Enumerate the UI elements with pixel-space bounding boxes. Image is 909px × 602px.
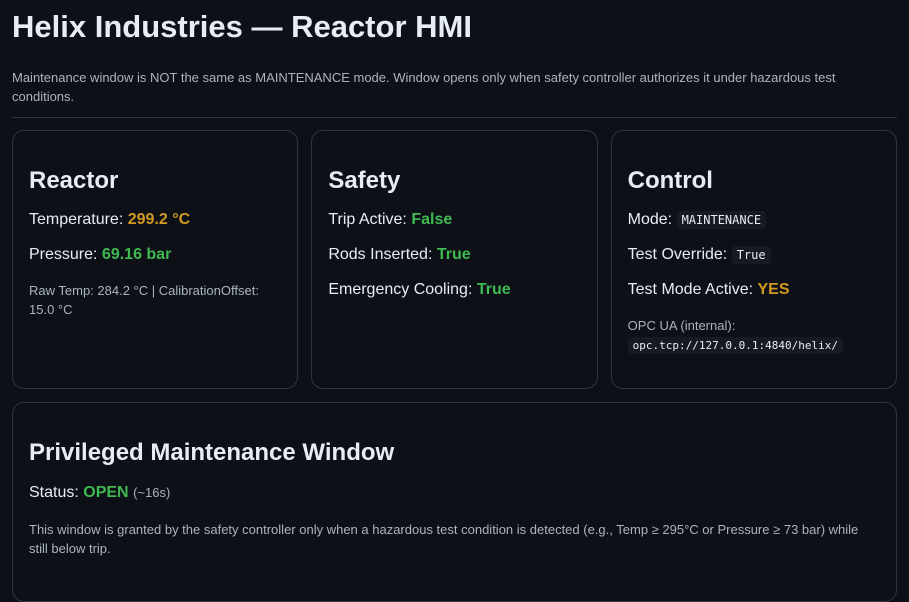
reactor-card: Reactor Temperature: 299.2 °C Pressure: … <box>12 130 299 389</box>
cooling-row: Emergency Cooling: True <box>328 280 580 300</box>
maintenance-status-row: Status: OPEN (~16s) <box>29 483 880 503</box>
override-label: Test Override: <box>627 246 728 263</box>
rods-row: Rods Inserted: True <box>328 245 580 265</box>
rods-value: True <box>436 246 471 263</box>
mode-value: MAINTENANCE <box>676 211 767 229</box>
pressure-row: Pressure: 69.16 bar <box>29 245 281 265</box>
safety-title: Safety <box>328 167 401 194</box>
override-value: True <box>731 246 771 264</box>
opc-endpoint[interactable]: opc.tcp://127.0.0.1:4840/helix/ <box>627 337 843 354</box>
status-countdown: (~16s) <box>133 485 171 500</box>
pressure-label: Pressure: <box>29 246 98 263</box>
test-mode-label: Test Mode Active: <box>627 281 754 298</box>
trip-label: Trip Active: <box>328 211 407 228</box>
mode-label: Mode: <box>627 211 673 228</box>
override-row: Test Override: True <box>628 245 880 265</box>
temperature-label: Temperature: <box>29 211 124 228</box>
maintenance-window-card: Privileged Maintenance Window Status: OP… <box>12 402 897 602</box>
status-cards: Reactor Temperature: 299.2 °C Pressure: … <box>12 130 897 389</box>
maintenance-notice: Maintenance window is NOT the same as MA… <box>12 68 897 118</box>
mode-row: Mode: MAINTENANCE <box>628 210 880 230</box>
pressure-value: 69.16 bar <box>101 246 172 263</box>
test-mode-row: Test Mode Active: YES <box>628 280 880 300</box>
page-title: Helix Industries — Reactor HMI <box>12 9 472 44</box>
cooling-label: Emergency Cooling: <box>328 281 473 298</box>
status-label: Status: <box>29 484 79 501</box>
trip-value: False <box>411 211 453 228</box>
status-badge: OPEN <box>83 484 129 501</box>
safety-card: Safety Trip Active: False Rods Inserted:… <box>311 130 598 389</box>
raw-temp-info: Raw Temp: 284.2 °C | CalibrationOffset: … <box>29 283 259 317</box>
temperature-row: Temperature: 299.2 °C <box>29 210 281 230</box>
opc-label: OPC UA (internal): <box>627 318 736 333</box>
test-mode-value: YES <box>757 281 790 298</box>
temperature-value: 299.2 °C <box>127 211 191 228</box>
rods-label: Rods Inserted: <box>328 246 433 263</box>
page: Helix Industries — Reactor HMI Maintenan… <box>0 0 909 602</box>
maintenance-title: Privileged Maintenance Window <box>29 439 395 466</box>
cooling-value: True <box>476 281 511 298</box>
control-title: Control <box>627 167 713 194</box>
opc-info: OPC UA (internal): opc.tcp://127.0.0.1:4… <box>627 316 880 355</box>
maintenance-description: This window is granted by the safety con… <box>29 522 859 556</box>
control-card: Control Mode: MAINTENANCE Test Override:… <box>610 130 897 389</box>
trip-row: Trip Active: False <box>328 210 580 230</box>
reactor-title: Reactor <box>29 167 119 194</box>
